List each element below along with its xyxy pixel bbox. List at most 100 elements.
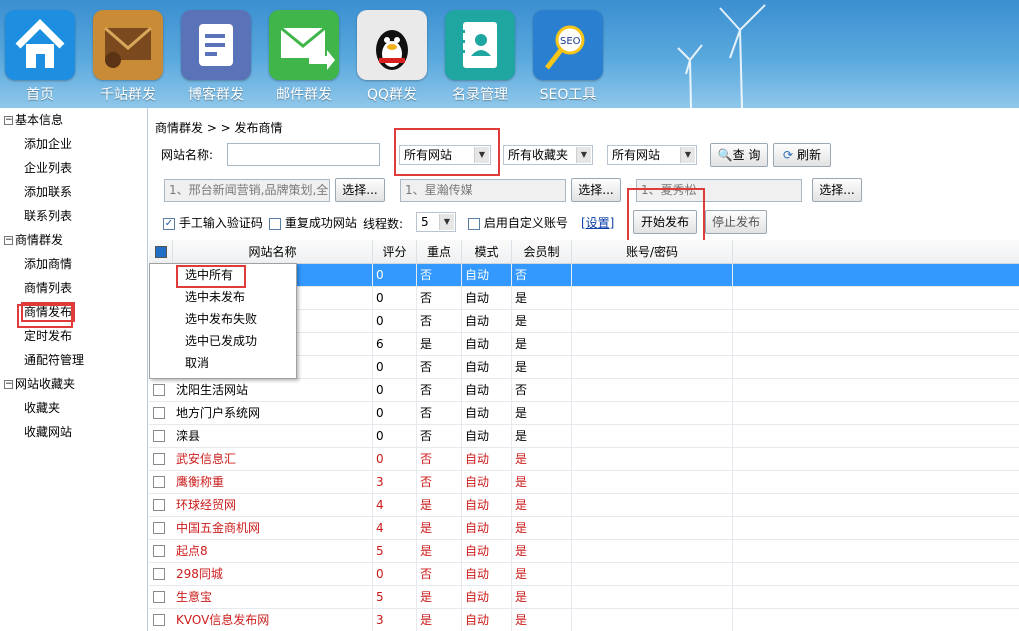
table-cell: 是 bbox=[512, 586, 572, 609]
context-menu-item[interactable]: 选中所有 bbox=[150, 264, 296, 286]
settings-link[interactable]: [设置] bbox=[581, 214, 614, 231]
site-filter-select[interactable]: 所有网站 ▼ bbox=[399, 145, 491, 165]
contact-select-input[interactable]: 1、星瀚传媒 bbox=[400, 179, 566, 202]
table-cell: 4 bbox=[373, 517, 417, 540]
stop-publish-button[interactable]: 停止发布 bbox=[705, 210, 767, 234]
nav-button-4[interactable]: QQ群发 bbox=[355, 10, 429, 104]
sidebar-item[interactable]: 收藏夹 bbox=[0, 396, 147, 420]
nav-label: 首页 bbox=[26, 87, 54, 103]
sidebar-item[interactable]: 定时发布 bbox=[0, 324, 147, 348]
table-row[interactable]: KVOV信息发布网 3 是自动是 bbox=[149, 609, 1019, 631]
sidebar-item[interactable]: 企业列表 bbox=[0, 156, 147, 180]
favorites-filter-select[interactable]: 所有收藏夹 ▼ bbox=[503, 145, 593, 165]
site-name-label: 网站名称: bbox=[161, 148, 214, 162]
sidebar-item-label: 收藏夹 bbox=[24, 401, 61, 415]
row-checkbox[interactable] bbox=[153, 430, 165, 442]
row-checkbox[interactable] bbox=[153, 384, 165, 396]
select-all-checkbox[interactable] bbox=[154, 245, 167, 258]
nav-button-6[interactable]: SEO SEO工具 bbox=[531, 10, 605, 104]
context-menu-item[interactable]: 选中已发成功 bbox=[150, 330, 296, 352]
sidebar-group-1[interactable]: − 商情群发 bbox=[0, 228, 147, 252]
sidebar-item-label: 商情列表 bbox=[24, 281, 73, 295]
collapse-icon[interactable]: − bbox=[4, 380, 13, 389]
column-header[interactable]: 评分 bbox=[373, 240, 417, 264]
table-cell: 否 bbox=[417, 356, 462, 379]
row-checkbox[interactable] bbox=[153, 614, 165, 626]
column-header[interactable]: 模式 bbox=[462, 240, 512, 264]
sidebar-item[interactable]: 添加联系 bbox=[0, 180, 147, 204]
sidebar-item[interactable]: 商情发布 bbox=[0, 300, 147, 324]
manual-captcha-checkbox[interactable]: ✓ bbox=[163, 217, 175, 230]
column-header[interactable]: 网站名称 bbox=[173, 240, 373, 264]
chevron-down-icon: ▼ bbox=[576, 147, 591, 163]
sidebar-item[interactable]: 收藏网站 bbox=[0, 420, 147, 444]
site-type-filter-select[interactable]: 所有网站 ▼ bbox=[607, 145, 697, 165]
table-cell: 自动 bbox=[462, 379, 512, 402]
nav-button-1[interactable]: 千站群发 bbox=[91, 10, 165, 104]
table-row[interactable]: 起点8 5 是自动是 bbox=[149, 540, 1019, 563]
custom-account-checkbox[interactable] bbox=[468, 217, 480, 230]
table-row[interactable]: 地方门户系统网 0 否自动是 bbox=[149, 402, 1019, 425]
table-row[interactable]: 武安信息汇 0 否自动是 bbox=[149, 448, 1019, 471]
nav-button-3[interactable]: 邮件群发 bbox=[267, 10, 341, 104]
row-checkbox[interactable] bbox=[153, 476, 165, 488]
table-row[interactable]: 中国五金商机网 4 是自动是 bbox=[149, 517, 1019, 540]
collapse-icon[interactable]: − bbox=[4, 116, 13, 125]
table-row[interactable]: 滦县 0 否自动是 bbox=[149, 425, 1019, 448]
context-menu-item[interactable]: 选中发布失败 bbox=[150, 308, 296, 330]
custom-account-option[interactable]: 启用自定义账号 bbox=[468, 214, 568, 231]
site-name-input[interactable] bbox=[227, 143, 380, 166]
table-cell bbox=[572, 517, 733, 540]
row-checkbox[interactable] bbox=[153, 591, 165, 603]
sidebar-item[interactable]: 添加商情 bbox=[0, 252, 147, 276]
sidebar-item[interactable]: 联系列表 bbox=[0, 204, 147, 228]
table-cell: 是 bbox=[512, 609, 572, 631]
context-menu-item[interactable]: 取消 bbox=[150, 352, 296, 374]
table-cell: 是 bbox=[512, 471, 572, 494]
row-checkbox[interactable] bbox=[153, 545, 165, 557]
info-select-input[interactable]: 1、夏秀松 bbox=[636, 179, 802, 202]
manual-captcha-option[interactable]: ✓ 手工输入验证码 bbox=[163, 214, 263, 231]
sidebar-group-2[interactable]: − 网站收藏夹 bbox=[0, 372, 147, 396]
table-cell bbox=[572, 264, 733, 287]
query-button[interactable]: 🔍查 询 bbox=[710, 143, 768, 167]
nav-button-5[interactable]: 名录管理 bbox=[443, 10, 517, 104]
nav-button-2[interactable]: 博客群发 bbox=[179, 10, 253, 104]
sidebar-item[interactable]: 添加企业 bbox=[0, 132, 147, 156]
column-header[interactable]: 账号/密码 bbox=[572, 240, 733, 264]
threads-select[interactable]: 5 ▼ bbox=[416, 212, 456, 232]
start-publish-button[interactable]: 开始发布 bbox=[633, 210, 697, 234]
row-checkbox[interactable] bbox=[153, 407, 165, 419]
seo-magnifier-icon: SEO bbox=[533, 10, 603, 80]
nav-label: QQ群发 bbox=[366, 87, 418, 103]
info-select-button[interactable]: 选择... bbox=[812, 178, 862, 202]
column-header[interactable]: 会员制 bbox=[512, 240, 572, 264]
sidebar-group-0[interactable]: − 基本信息 bbox=[0, 108, 147, 132]
refresh-button[interactable]: ⟳ 刷新 bbox=[773, 143, 831, 167]
repeat-success-checkbox[interactable] bbox=[269, 217, 281, 230]
table-row[interactable]: 生意宝 5 是自动是 bbox=[149, 586, 1019, 609]
table-cell: 自动 bbox=[462, 402, 512, 425]
collapse-icon[interactable]: − bbox=[4, 236, 13, 245]
repeat-success-option[interactable]: 重复成功网站 bbox=[269, 214, 357, 231]
company-select-button[interactable]: 选择... bbox=[335, 178, 385, 202]
select-all-header[interactable] bbox=[149, 240, 173, 264]
sidebar-item[interactable]: 商情列表 bbox=[0, 276, 147, 300]
contact-select-button[interactable]: 选择... bbox=[571, 178, 621, 202]
table-cell: 滦县 bbox=[173, 425, 373, 448]
windmill-decoration-icon bbox=[677, 4, 766, 108]
nav-button-0[interactable]: 首页 bbox=[3, 10, 77, 104]
sidebar-item[interactable]: 通配符管理 bbox=[0, 348, 147, 372]
company-select-input[interactable]: 1、邢台新闻营销,品牌策划,全 bbox=[164, 179, 330, 202]
context-menu-item[interactable]: 选中未发布 bbox=[150, 286, 296, 308]
site-filter-value: 所有网站 bbox=[404, 148, 453, 162]
table-row[interactable]: 环球经贸网 4 是自动是 bbox=[149, 494, 1019, 517]
table-row[interactable]: 沈阳生活网站 0 否自动否 bbox=[149, 379, 1019, 402]
column-header[interactable]: 重点 bbox=[417, 240, 462, 264]
table-row[interactable]: 298同城 0 否自动是 bbox=[149, 563, 1019, 586]
row-checkbox[interactable] bbox=[153, 522, 165, 534]
table-row[interactable]: 鹰衡称重 3 否自动是 bbox=[149, 471, 1019, 494]
row-checkbox[interactable] bbox=[153, 568, 165, 580]
row-checkbox[interactable] bbox=[153, 499, 165, 511]
row-checkbox[interactable] bbox=[153, 453, 165, 465]
